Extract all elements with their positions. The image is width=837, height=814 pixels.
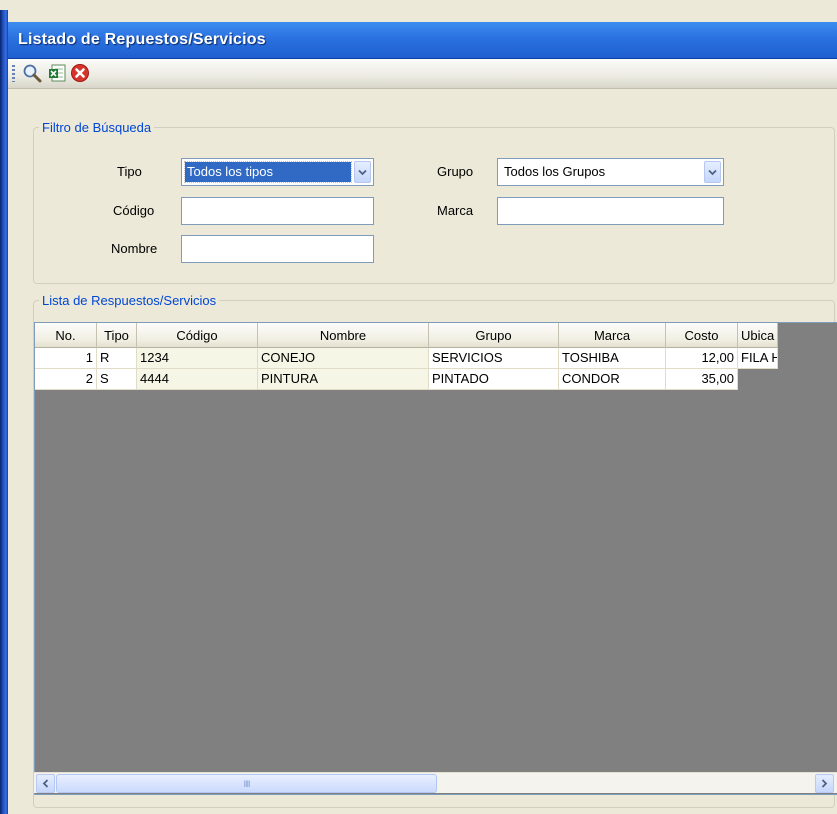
- list-legend: Lista de Respuestos/Servicios: [42, 293, 217, 308]
- scroll-left-button[interactable]: [36, 774, 55, 793]
- grupo-selected-value: Todos los Grupos: [504, 164, 606, 179]
- cell-nombre: CONEJO: [258, 348, 429, 369]
- tipo-label: Tipo: [117, 164, 142, 179]
- cell-grupo: PINTADO: [429, 369, 559, 390]
- col-header-grupo[interactable]: Grupo: [429, 323, 559, 348]
- close-button[interactable]: [69, 62, 91, 84]
- excel-icon: [49, 64, 66, 82]
- scroll-thumb-grip: IIII: [243, 778, 250, 789]
- chevron-down-icon: [358, 169, 367, 175]
- search-button[interactable]: [21, 62, 43, 84]
- window-frame-left: [0, 10, 8, 814]
- nombre-input[interactable]: [181, 235, 374, 263]
- export-excel-button[interactable]: [46, 62, 68, 84]
- cell-ubica: [738, 369, 778, 390]
- cell-codigo: 1234: [137, 348, 258, 369]
- horizontal-scrollbar[interactable]: IIII: [34, 772, 837, 793]
- cell-costo: 35,00: [666, 369, 738, 390]
- table-row[interactable]: 1 R 1234 CONEJO SERVICIOS TOSHIBA 12,00 …: [35, 348, 778, 369]
- col-header-costo[interactable]: Costo: [666, 323, 738, 348]
- tipo-select[interactable]: Todos los tipos: [181, 158, 374, 186]
- window-title: Listado de Repuestos/Servicios: [18, 31, 266, 48]
- cell-no: 2: [35, 369, 97, 390]
- search-icon: [23, 64, 42, 83]
- toolbar-grip[interactable]: [12, 65, 15, 82]
- chevron-right-icon: [821, 779, 828, 788]
- cell-no: 1: [35, 348, 97, 369]
- grid-header: No. Tipo Código Nombre Grupo Marca Costo…: [35, 323, 778, 348]
- results-grid[interactable]: No. Tipo Código Nombre Grupo Marca Costo…: [34, 322, 837, 795]
- filter-legend: Filtro de Búsqueda: [42, 120, 152, 135]
- marca-input[interactable]: [497, 197, 724, 225]
- cell-codigo: 4444: [137, 369, 258, 390]
- cell-grupo: SERVICIOS: [429, 348, 559, 369]
- chevron-down-icon: [708, 169, 717, 175]
- scroll-right-button[interactable]: [815, 774, 834, 793]
- col-header-tipo[interactable]: Tipo: [97, 323, 137, 348]
- table-row[interactable]: 2 S 4444 PINTURA PINTADO CONDOR 35,00: [35, 369, 778, 390]
- cell-ubica: FILA H: [738, 348, 778, 369]
- title-bar[interactable]: Listado de Repuestos/Servicios: [8, 22, 837, 59]
- desktop-top-strip: [0, 0, 837, 10]
- codigo-label: Código: [113, 203, 155, 218]
- col-header-no[interactable]: No.: [35, 323, 97, 348]
- marca-label: Marca: [437, 203, 474, 218]
- cell-nombre: PINTURA: [258, 369, 429, 390]
- cell-marca: CONDOR: [559, 369, 666, 390]
- col-header-codigo[interactable]: Código: [137, 323, 258, 348]
- col-header-ubica[interactable]: Ubica: [738, 323, 778, 348]
- grupo-select[interactable]: Todos los Grupos: [497, 158, 724, 186]
- cell-tipo: S: [97, 369, 137, 390]
- col-header-marca[interactable]: Marca: [559, 323, 666, 348]
- col-header-nombre[interactable]: Nombre: [258, 323, 429, 348]
- scroll-thumb[interactable]: IIII: [56, 774, 437, 793]
- grupo-label: Grupo: [437, 164, 474, 179]
- close-icon: [71, 64, 89, 82]
- title-area-top: [8, 10, 837, 22]
- cell-tipo: R: [97, 348, 137, 369]
- tipo-selected-value: Todos los tipos: [184, 161, 352, 183]
- grupo-dropdown-button[interactable]: [704, 161, 721, 183]
- chevron-left-icon: [42, 779, 49, 788]
- codigo-input[interactable]: [181, 197, 374, 225]
- cell-marca: TOSHIBA: [559, 348, 666, 369]
- toolbar: [8, 59, 837, 89]
- cell-costo: 12,00: [666, 348, 738, 369]
- nombre-label: Nombre: [111, 241, 158, 256]
- tipo-dropdown-button[interactable]: [354, 161, 371, 183]
